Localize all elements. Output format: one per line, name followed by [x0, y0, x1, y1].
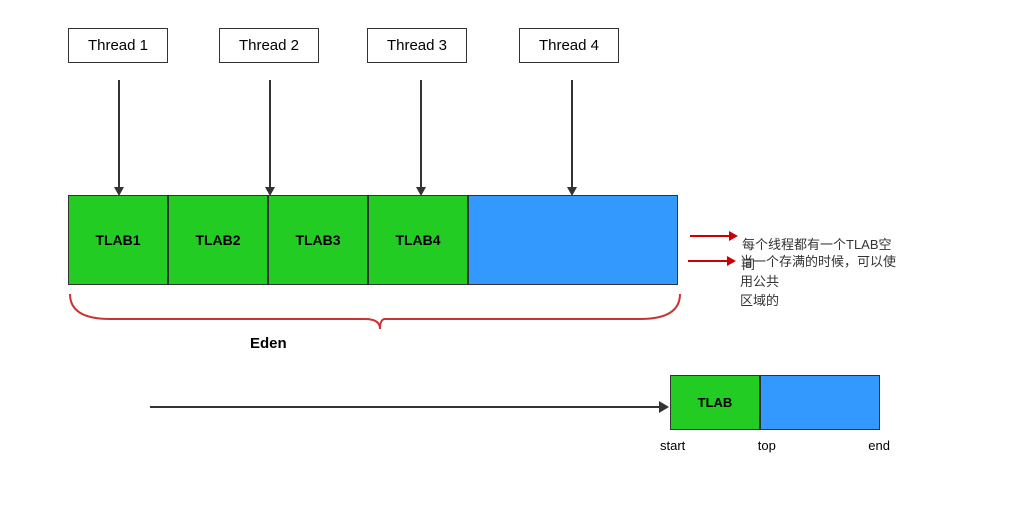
thread4-box: Thread 4 [519, 28, 619, 63]
label-top: top [758, 438, 776, 453]
eden-text: Eden [250, 335, 287, 352]
tlab3-block: TLAB3 [268, 195, 368, 285]
public-area-block [468, 195, 678, 285]
annotation2-text: 当一个存满的时候，可以使用公共 区域的 [740, 252, 900, 311]
label-end: end [868, 438, 890, 453]
tlab4-block: TLAB4 [368, 195, 468, 285]
thread1-box: Thread 1 [68, 28, 168, 63]
diagram-container: Thread 1 Thread 2 Thread 3 Thread 4 TLAB… [0, 0, 1019, 508]
annotation2-line2: 区域的 [740, 293, 779, 308]
thread3-box: Thread 3 [367, 28, 467, 63]
thread2-box: Thread 2 [219, 28, 319, 63]
tlab1-label: TLAB1 [95, 232, 140, 248]
tlab4-label: TLAB4 [395, 232, 440, 248]
mini-tlab-green: TLAB [670, 375, 760, 430]
thread4-label: Thread 4 [539, 37, 599, 54]
arrow-thread2 [269, 80, 271, 188]
tlab3-label: TLAB3 [295, 232, 340, 248]
tlab2-label: TLAB2 [195, 232, 240, 248]
eden-bar: TLAB1 TLAB2 TLAB3 TLAB4 [68, 195, 678, 285]
thread3-label: Thread 3 [387, 37, 447, 54]
annotation2-container: 当一个存满的时候，可以使用公共 区域的 [688, 252, 900, 311]
thread1-label: Thread 1 [88, 37, 148, 54]
arrow-thread3 [420, 80, 422, 188]
thread2-label: Thread 2 [239, 37, 299, 54]
eden-label: Eden [250, 335, 287, 352]
mini-tlab-diagram: TLAB [670, 375, 880, 430]
tlab1-block: TLAB1 [68, 195, 168, 285]
arrow-thread4 [571, 80, 573, 188]
mini-tlab-labels: start top end [660, 438, 890, 453]
annotation1-arrow-line [690, 235, 730, 237]
annotation2-line1: 当一个存满的时候，可以使用公共 [740, 254, 896, 289]
annotation2-arrow-line [688, 260, 728, 262]
mini-tlab-label: TLAB [698, 395, 733, 410]
long-bottom-arrow [150, 406, 660, 408]
tlab2-block: TLAB2 [168, 195, 268, 285]
arrow-thread1 [118, 80, 120, 188]
label-start: start [660, 438, 685, 453]
mini-tlab-blue [760, 375, 880, 430]
eden-brace [60, 289, 690, 329]
